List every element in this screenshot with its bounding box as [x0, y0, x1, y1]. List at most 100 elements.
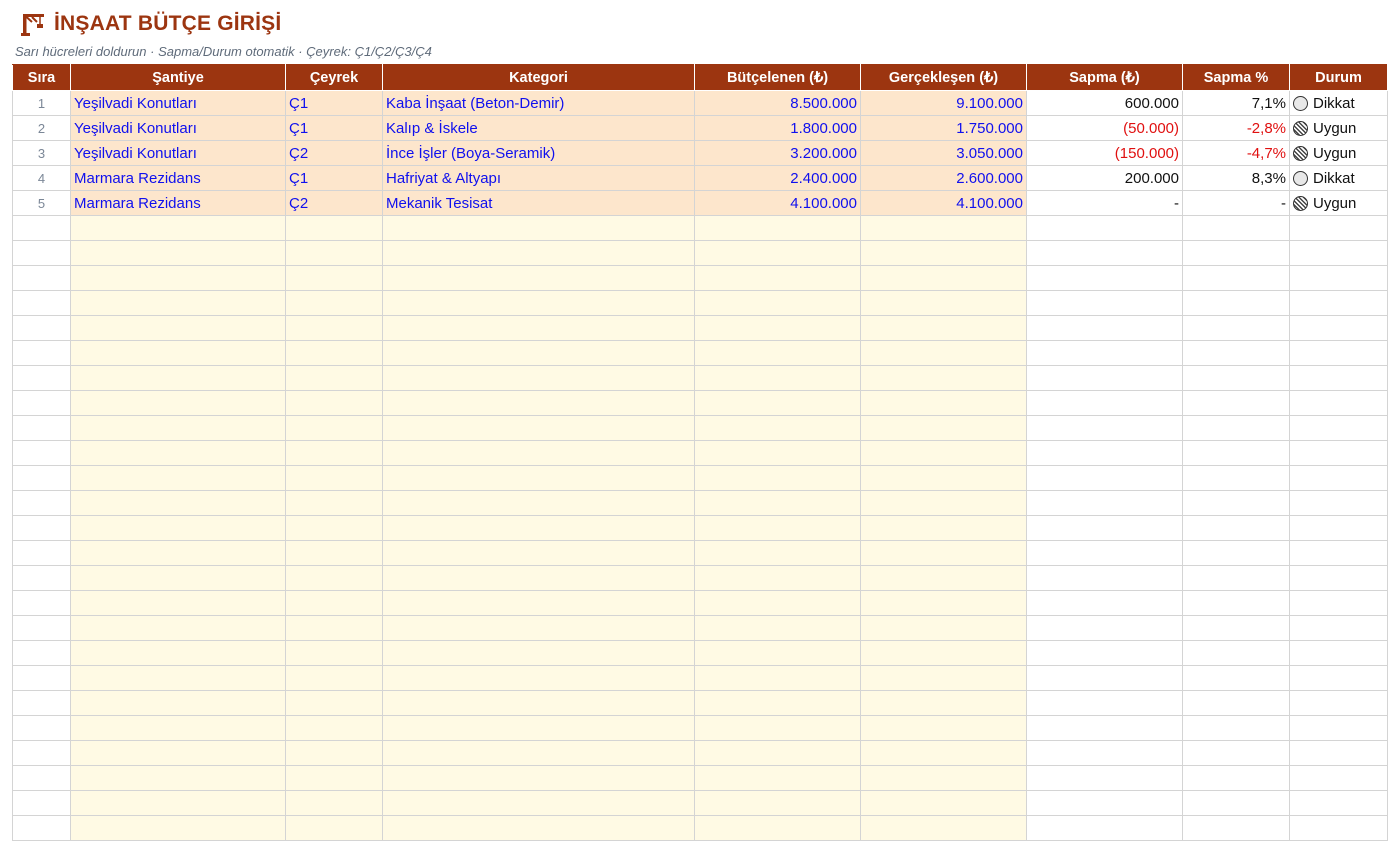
- site-cell[interactable]: Marmara Rezidans: [70, 165, 286, 191]
- site-cell[interactable]: [70, 590, 286, 616]
- category-cell[interactable]: Mekanik Tesisat: [382, 190, 695, 216]
- actual-cell[interactable]: [860, 390, 1027, 416]
- quarter-cell[interactable]: [285, 765, 383, 791]
- quarter-cell[interactable]: [285, 690, 383, 716]
- budget-cell[interactable]: [694, 615, 861, 641]
- actual-cell[interactable]: [860, 215, 1027, 241]
- quarter-cell[interactable]: Ç2: [285, 190, 383, 216]
- actual-cell[interactable]: [860, 690, 1027, 716]
- actual-cell[interactable]: [860, 315, 1027, 341]
- quarter-cell[interactable]: Ç1: [285, 165, 383, 191]
- col-header-ceyrek[interactable]: Çeyrek: [285, 64, 383, 91]
- quarter-cell[interactable]: [285, 590, 383, 616]
- actual-cell[interactable]: [860, 265, 1027, 291]
- category-cell[interactable]: [382, 465, 695, 491]
- budget-cell[interactable]: [694, 265, 861, 291]
- quarter-cell[interactable]: [285, 715, 383, 741]
- site-cell[interactable]: [70, 215, 286, 241]
- actual-cell[interactable]: [860, 765, 1027, 791]
- category-cell[interactable]: [382, 365, 695, 391]
- quarter-cell[interactable]: [285, 465, 383, 491]
- actual-cell[interactable]: [860, 740, 1027, 766]
- actual-cell[interactable]: [860, 590, 1027, 616]
- budget-cell[interactable]: 1.800.000: [694, 115, 861, 141]
- actual-cell[interactable]: [860, 365, 1027, 391]
- quarter-cell[interactable]: [285, 315, 383, 341]
- site-cell[interactable]: [70, 465, 286, 491]
- site-cell[interactable]: [70, 390, 286, 416]
- actual-cell[interactable]: [860, 340, 1027, 366]
- actual-cell[interactable]: [860, 240, 1027, 266]
- site-cell[interactable]: Yeşilvadi Konutları: [70, 90, 286, 116]
- actual-cell[interactable]: 4.100.000: [860, 190, 1027, 216]
- budget-cell[interactable]: [694, 640, 861, 666]
- category-cell[interactable]: [382, 765, 695, 791]
- budget-cell[interactable]: 4.100.000: [694, 190, 861, 216]
- category-cell[interactable]: Hafriyat & Altyapı: [382, 165, 695, 191]
- budget-cell[interactable]: [694, 440, 861, 466]
- actual-cell[interactable]: 1.750.000: [860, 115, 1027, 141]
- site-cell[interactable]: [70, 340, 286, 366]
- category-cell[interactable]: [382, 815, 695, 841]
- budget-cell[interactable]: [694, 665, 861, 691]
- category-cell[interactable]: [382, 790, 695, 816]
- category-cell[interactable]: [382, 215, 695, 241]
- actual-cell[interactable]: [860, 440, 1027, 466]
- category-cell[interactable]: [382, 715, 695, 741]
- category-cell[interactable]: [382, 315, 695, 341]
- quarter-cell[interactable]: [285, 290, 383, 316]
- actual-cell[interactable]: [860, 540, 1027, 566]
- quarter-cell[interactable]: [285, 615, 383, 641]
- quarter-cell[interactable]: [285, 215, 383, 241]
- budget-cell[interactable]: [694, 290, 861, 316]
- site-cell[interactable]: [70, 740, 286, 766]
- site-cell[interactable]: [70, 415, 286, 441]
- quarter-cell[interactable]: [285, 440, 383, 466]
- quarter-cell[interactable]: Ç1: [285, 115, 383, 141]
- quarter-cell[interactable]: [285, 740, 383, 766]
- category-cell[interactable]: [382, 565, 695, 591]
- site-cell[interactable]: Yeşilvadi Konutları: [70, 115, 286, 141]
- category-cell[interactable]: [382, 290, 695, 316]
- budget-cell[interactable]: [694, 465, 861, 491]
- category-cell[interactable]: [382, 615, 695, 641]
- site-cell[interactable]: [70, 515, 286, 541]
- site-cell[interactable]: [70, 565, 286, 591]
- site-cell[interactable]: [70, 490, 286, 516]
- site-cell[interactable]: Yeşilvadi Konutları: [70, 140, 286, 166]
- budget-cell[interactable]: [694, 540, 861, 566]
- budget-cell[interactable]: [694, 590, 861, 616]
- quarter-cell[interactable]: [285, 665, 383, 691]
- site-cell[interactable]: [70, 365, 286, 391]
- site-cell[interactable]: [70, 715, 286, 741]
- quarter-cell[interactable]: [285, 515, 383, 541]
- actual-cell[interactable]: [860, 415, 1027, 441]
- category-cell[interactable]: [382, 640, 695, 666]
- budget-cell[interactable]: [694, 715, 861, 741]
- site-cell[interactable]: [70, 765, 286, 791]
- category-cell[interactable]: [382, 240, 695, 266]
- category-cell[interactable]: [382, 340, 695, 366]
- budget-cell[interactable]: 3.200.000: [694, 140, 861, 166]
- actual-cell[interactable]: [860, 790, 1027, 816]
- actual-cell[interactable]: [860, 565, 1027, 591]
- site-cell[interactable]: [70, 615, 286, 641]
- quarter-cell[interactable]: Ç2: [285, 140, 383, 166]
- actual-cell[interactable]: 9.100.000: [860, 90, 1027, 116]
- quarter-cell[interactable]: [285, 565, 383, 591]
- budget-cell[interactable]: [694, 815, 861, 841]
- actual-cell[interactable]: [860, 665, 1027, 691]
- category-cell[interactable]: [382, 490, 695, 516]
- category-cell[interactable]: [382, 390, 695, 416]
- category-cell[interactable]: [382, 690, 695, 716]
- quarter-cell[interactable]: [285, 815, 383, 841]
- quarter-cell[interactable]: [285, 340, 383, 366]
- budget-cell[interactable]: [694, 340, 861, 366]
- budget-cell[interactable]: [694, 415, 861, 441]
- site-cell[interactable]: [70, 315, 286, 341]
- actual-cell[interactable]: [860, 815, 1027, 841]
- budget-cell[interactable]: 8.500.000: [694, 90, 861, 116]
- actual-cell[interactable]: 3.050.000: [860, 140, 1027, 166]
- budget-cell[interactable]: [694, 490, 861, 516]
- budget-cell[interactable]: [694, 565, 861, 591]
